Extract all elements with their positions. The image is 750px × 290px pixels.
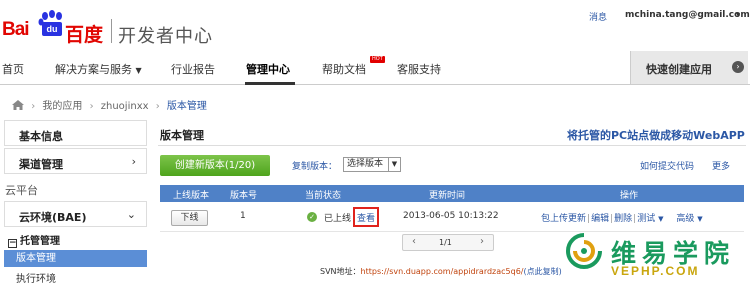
sidebar-item-channel-mgmt[interactable]: 渠道管理 › <box>4 148 147 174</box>
breadcrumb-separator: › <box>155 101 160 112</box>
test-link[interactable]: 测试 <box>637 214 655 224</box>
col-operations: 操作 <box>620 191 639 201</box>
chevron-down-icon: ⌄ <box>126 208 136 221</box>
nav-management-center[interactable]: 管理中心 <box>246 61 290 77</box>
sidebar-item-label: 基本信息 <box>19 130 63 143</box>
breadcrumb-current: 版本管理 <box>166 101 207 112</box>
sidebar-group-hosting[interactable]: − 托管管理 <box>8 232 60 248</box>
breadcrumb-my-apps[interactable]: 我的应用 <box>42 101 82 112</box>
col-status: 当前状态 <box>305 191 342 201</box>
more-link[interactable]: 更多 <box>712 159 730 172</box>
separator: | <box>610 214 614 224</box>
chevron-right-icon: › <box>131 155 136 168</box>
col-online-version: 上线版本 <box>173 191 210 201</box>
page-title: 版本管理 <box>160 129 204 142</box>
breadcrumb-separator: › <box>31 101 36 112</box>
create-version-button[interactable]: 创建新版本(1/20) <box>160 155 270 176</box>
sidebar-section-cloud-platform: 云平台 <box>5 184 38 197</box>
dev-center-title: 开发者中心 <box>118 26 213 47</box>
sidebar-item-label: 云环境(BAE) <box>19 211 87 224</box>
edit-link[interactable]: 编辑 <box>591 214 609 224</box>
user-account-menu[interactable]: mchina.tang@gmail.com <box>625 10 750 20</box>
view-link[interactable]: 查看 <box>357 211 375 224</box>
watermark-url: VEPHP.COM <box>611 264 700 278</box>
sidebar-item-cloud-env[interactable]: 云环境(BAE) ⌄ <box>4 201 147 227</box>
caret-down-icon: ▼ <box>658 215 664 223</box>
logo-divider <box>111 19 112 43</box>
sidebar-item-version-mgmt[interactable]: 版本管理 <box>4 250 147 267</box>
collapse-icon[interactable]: − <box>8 239 17 248</box>
check-circle-icon: ✓ <box>307 212 317 222</box>
logo-baidu-chinese: 百度 <box>65 24 104 46</box>
breadcrumb: › 我的应用 › zhuojinxx › 版本管理 <box>12 97 207 112</box>
svn-address: SVN地址：https://svn.duapp.com/appidrardzac… <box>320 266 562 277</box>
sidebar-item-label: 渠道管理 <box>19 158 63 171</box>
divider <box>158 145 746 146</box>
quick-create-label: 快速创建应用 <box>646 63 712 76</box>
upload-update-link[interactable]: 包上传更新 <box>541 214 586 224</box>
breadcrumb-app-name[interactable]: zhuojinxx <box>101 101 149 112</box>
select-version-value: 选择版本 <box>347 159 384 169</box>
messages-link[interactable]: 消息 <box>589 10 607 23</box>
delete-link[interactable]: 删除 <box>614 214 632 224</box>
sidebar-item-basic-info[interactable]: 基本信息 <box>4 120 147 146</box>
copy-version-label: 复制版本： <box>292 162 338 172</box>
how-to-submit-code-link[interactable]: 如何提交代码 <box>640 159 694 172</box>
nav-active-indicator <box>245 82 295 85</box>
select-version-dropdown[interactable]: 选择版本 ▼ <box>343 157 401 172</box>
quick-create-app-button[interactable]: 快速创建应用 › <box>630 51 748 84</box>
nav-customer-support[interactable]: 客服支持 <box>397 61 441 77</box>
logo-bai-text: Bai <box>2 19 30 40</box>
svn-label: SVN地址： <box>320 267 361 276</box>
col-version-number: 版本号 <box>230 191 258 201</box>
sidebar-item-exec-env[interactable]: 执行环境 <box>4 271 147 288</box>
next-page-button[interactable]: › <box>480 236 484 247</box>
advanced-link[interactable]: 高级 <box>676 214 694 224</box>
prev-page-button[interactable]: ‹ <box>412 236 416 247</box>
watermark-logo-icon <box>566 233 602 269</box>
take-offline-button[interactable]: 下线 <box>171 210 208 226</box>
nav-solutions[interactable]: 解决方案与服务 ▼ <box>55 61 142 77</box>
sidebar-group-label: 托管管理 <box>20 236 60 247</box>
logo-du-text: du <box>42 22 62 36</box>
version-number: 1 <box>240 211 246 221</box>
page-indicator: 1/1 <box>439 238 452 247</box>
table-header: 上线版本 版本号 当前状态 更新时间 操作 <box>160 185 744 202</box>
caret-down-icon: ▼ <box>135 66 142 75</box>
caret-down-icon: ▼ <box>388 158 400 171</box>
nav-solutions-label: 解决方案与服务 <box>55 63 132 76</box>
breadcrumb-separator: › <box>89 101 94 112</box>
nav-home[interactable]: 首页 <box>2 61 24 77</box>
separator: | <box>633 214 637 224</box>
status-online: 已上线 <box>324 214 352 224</box>
home-icon[interactable] <box>12 100 24 110</box>
col-updated: 更新时间 <box>429 191 466 201</box>
hot-badge: HOT <box>370 56 385 63</box>
updated-time: 2013-06-05 10:13:22 <box>403 211 499 221</box>
separator: | <box>587 214 591 224</box>
nav-industry-report[interactable]: 行业报告 <box>171 61 215 77</box>
pagination: ‹ 1/1 › <box>402 234 494 251</box>
arrow-right-circle-icon: › <box>732 61 744 73</box>
nav-help-docs[interactable]: 帮助文档 <box>322 61 366 77</box>
svn-copy-link[interactable]: (点此复制) <box>524 267 562 276</box>
chevron-down-icon[interactable]: ▾ <box>736 10 740 19</box>
caret-down-icon: ▼ <box>697 215 703 223</box>
row-operations: 包上传更新|编辑|删除|测试 ▼ 高级 ▼ <box>541 211 703 224</box>
webapp-promo-link[interactable]: 将托管的PC站点做成移动WebAPP <box>567 127 745 143</box>
svn-url[interactable]: https://svn.duapp.com/appidrardzac5q6/ <box>361 267 524 276</box>
